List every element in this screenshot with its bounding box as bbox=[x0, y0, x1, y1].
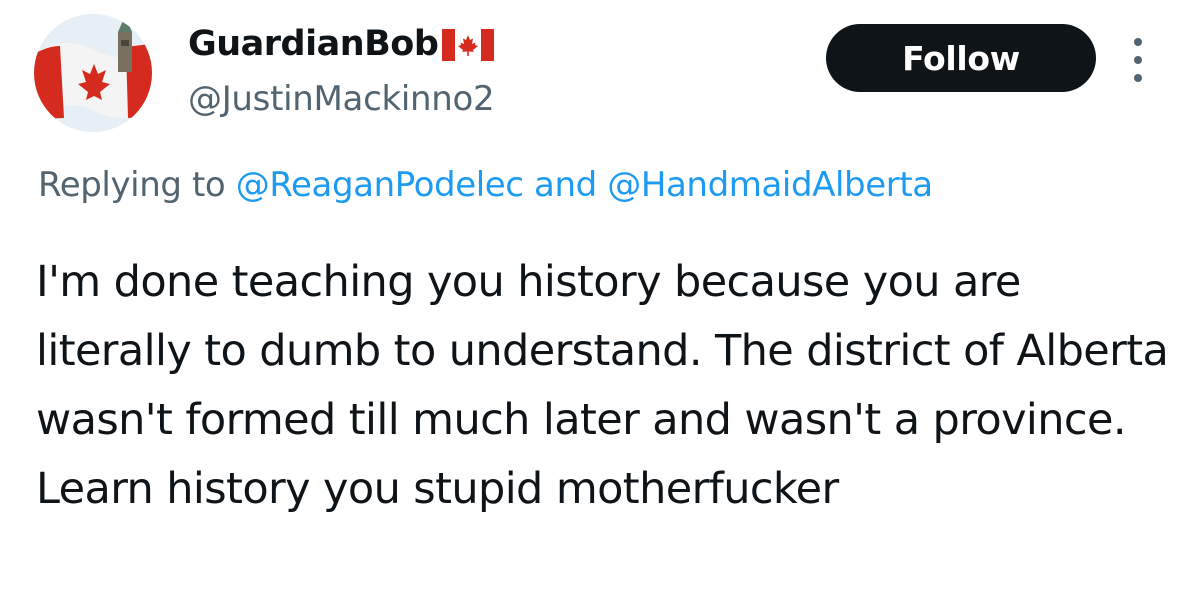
display-name[interactable]: GuardianBob bbox=[188, 22, 439, 66]
user-handle[interactable]: @JustinMackinno2 bbox=[188, 78, 495, 120]
more-dot bbox=[1134, 74, 1142, 82]
replying-to-line: Replying to @ReaganPodelec and @Handmaid… bbox=[38, 162, 933, 208]
tweet-card: GuardianBob @JustinMackinno2 Follow Repl… bbox=[0, 0, 1200, 616]
display-name-row[interactable]: GuardianBob bbox=[188, 22, 495, 66]
more-dot bbox=[1134, 56, 1142, 64]
canada-flag-icon bbox=[442, 29, 495, 61]
mention-link[interactable]: @HandmaidAlberta bbox=[607, 165, 933, 205]
replying-to-label: Replying to bbox=[38, 165, 226, 205]
more-options-icon[interactable] bbox=[1124, 38, 1152, 82]
more-dot bbox=[1134, 38, 1142, 46]
avatar-image bbox=[34, 14, 152, 132]
mention-joiner: and bbox=[534, 165, 597, 205]
avatar[interactable] bbox=[34, 14, 152, 132]
follow-button[interactable]: Follow bbox=[826, 24, 1096, 92]
tweet-text: I'm done teaching you history because yo… bbox=[36, 257, 1169, 514]
mention-link[interactable]: @ReaganPodelec bbox=[236, 165, 524, 205]
